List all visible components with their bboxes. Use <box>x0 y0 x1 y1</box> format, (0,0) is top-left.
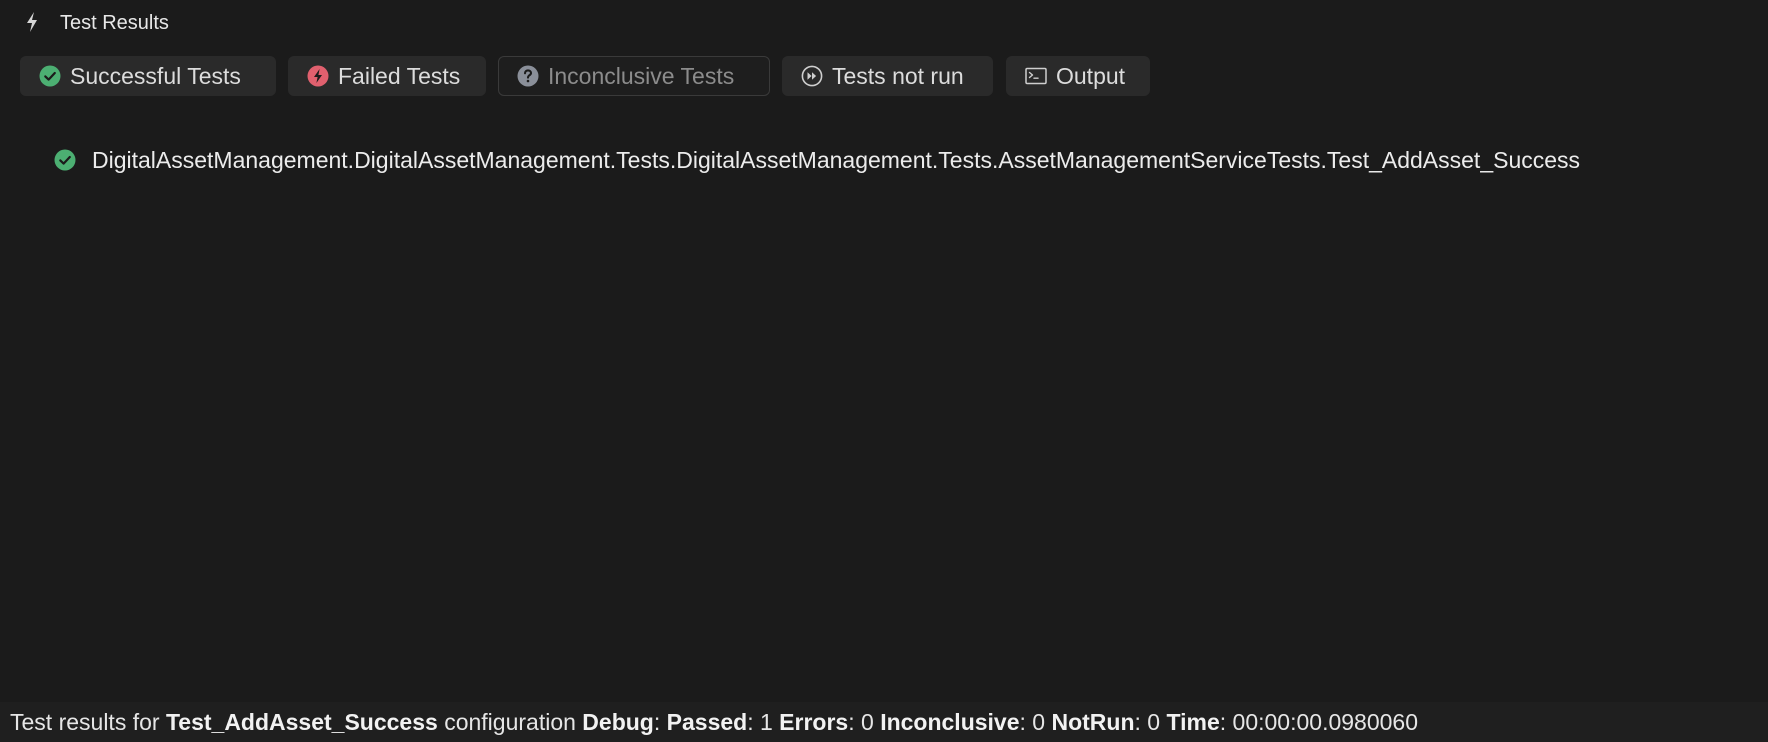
status-configuration: Debug <box>582 708 654 735</box>
question-circle-icon <box>517 65 539 87</box>
test-results-pad: Test Results Successful Tests Failed Tes… <box>0 0 1768 742</box>
status-prefix: Test results for <box>10 708 160 735</box>
bolt-circle-icon <box>307 65 329 87</box>
status-notrun: 0 <box>1147 708 1161 735</box>
check-circle-icon <box>39 65 61 87</box>
status-summary: Test results for Test_AddAsset_Success c… <box>10 708 1419 735</box>
pad-header: Test Results <box>0 0 1768 44</box>
failed-tests-label: Failed Tests <box>338 62 461 89</box>
terminal-icon <box>1025 67 1047 85</box>
tests-not-run-label: Tests not run <box>832 62 964 89</box>
successful-tests-button[interactable]: Successful Tests <box>20 56 276 96</box>
test-result-row[interactable]: DigitalAssetManagement.DigitalAssetManag… <box>54 146 1580 174</box>
successful-tests-label: Successful Tests <box>70 62 241 89</box>
inconclusive-tests-label: Inconclusive Tests <box>548 62 735 89</box>
output-label: Output <box>1056 62 1126 89</box>
tests-not-run-button[interactable]: Tests not run <box>782 56 993 96</box>
status-errors: 0 <box>861 708 874 735</box>
status-bar: Test results for Test_AddAsset_Success c… <box>0 702 1768 742</box>
status-inconclusive-label: Inconclusive <box>880 708 1020 735</box>
status-configuration-label: configuration <box>444 708 576 735</box>
fast-forward-circle-icon <box>801 65 823 87</box>
status-errors-label: Errors <box>779 708 849 735</box>
failed-tests-button[interactable]: Failed Tests <box>288 56 486 96</box>
status-passed: 1 <box>759 708 773 735</box>
inconclusive-tests-button[interactable]: Inconclusive Tests <box>498 56 770 96</box>
status-passed-label: Passed <box>666 708 748 735</box>
status-test-name: Test_AddAsset_Success <box>165 708 438 735</box>
check-circle-icon <box>54 149 76 171</box>
status-time-label: Time <box>1166 708 1220 735</box>
pad-title: Test Results <box>60 12 169 34</box>
bolt-icon <box>27 12 37 32</box>
status-inconclusive: 0 <box>1032 708 1046 735</box>
test-name: DigitalAssetManagement.DigitalAssetManag… <box>92 146 1581 173</box>
output-button[interactable]: Output <box>1006 56 1150 96</box>
results-toolbar: Successful Tests Failed Tests Inconclusi… <box>0 56 1768 98</box>
status-time: 00:00:00.0980060 <box>1232 708 1419 735</box>
status-notrun-label: NotRun <box>1051 708 1135 735</box>
